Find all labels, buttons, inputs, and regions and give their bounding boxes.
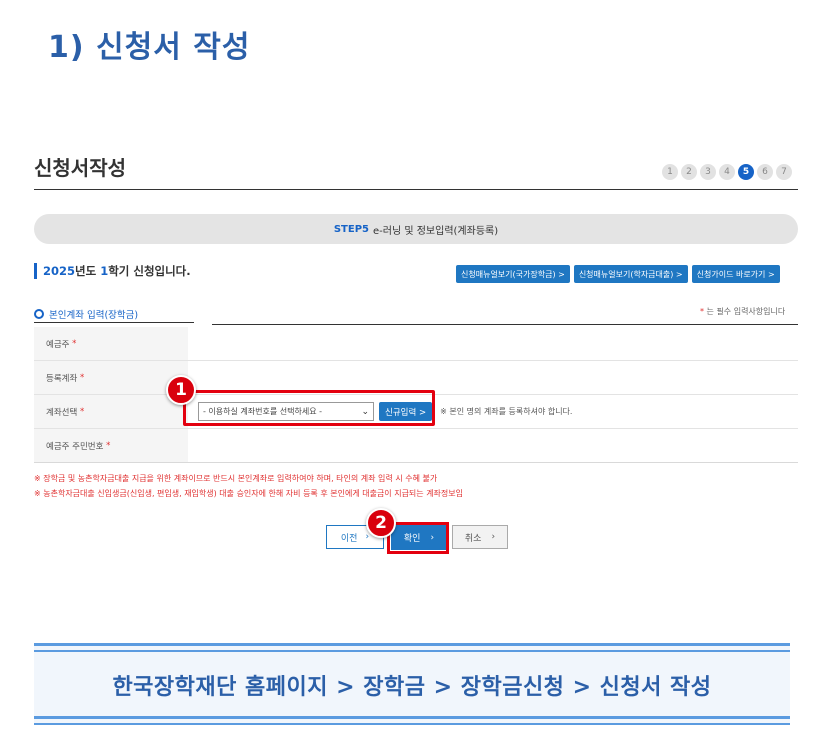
chevron-right-icon: › (491, 532, 496, 542)
depositor-value (188, 327, 798, 360)
semester-term: 1 (100, 264, 109, 278)
banner-top-border (34, 643, 790, 652)
step-4: 4 (719, 164, 735, 180)
step-7: 7 (776, 164, 792, 180)
registered-account-label: 등록계좌 * (34, 361, 188, 394)
form-title: 신청서작성 (34, 156, 126, 180)
step-6: 6 (757, 164, 773, 180)
step-3: 3 (700, 164, 716, 180)
required-mark: * (79, 406, 85, 417)
step-5-active: 5 (738, 164, 754, 180)
depositor-label-text: 예금주 (46, 339, 70, 350)
section-divider-left (34, 322, 194, 323)
form-row-depositor-id: 예금주 주민번호 * (34, 428, 798, 462)
section-divider-right (212, 324, 798, 325)
depositor-label: 예금주 * (34, 327, 188, 360)
step-1: 1 (662, 164, 678, 180)
application-guide-button[interactable]: 신청가이드 바로가기 > (691, 265, 780, 283)
cancel-button-label: 취소 (464, 533, 482, 544)
semester-term-suffix: 학기 신청입니다. (108, 264, 191, 278)
guide-buttons: 신청매뉴얼보기(국가장학금) > 신청매뉴얼보기(학자금대출) > 신청가이드 … (456, 265, 780, 283)
highlight-box-account-select (183, 390, 435, 426)
breadcrumb-banner: 한국장학재단 홈페이지 > 장학금 > 장학금신청 > 신청서 작성 (34, 643, 790, 725)
registered-account-label-text: 등록계좌 (46, 373, 78, 384)
section-title: 본인계좌 입력(장학금) (34, 307, 138, 321)
semester-year: 2025 (43, 264, 76, 278)
step-badge-2: 2 (366, 508, 396, 538)
chevron-right-icon: › (365, 532, 370, 542)
step-indicator: 1 2 3 4 5 6 7 (662, 164, 792, 180)
highlight-box-confirm (387, 522, 449, 554)
circle-bullet-icon (34, 309, 44, 319)
manual-loan-button[interactable]: 신청매뉴얼보기(학자금대출) > (573, 265, 688, 283)
cancel-button[interactable]: 취소 › (452, 525, 508, 549)
section-title-label: 본인계좌 입력(장학금) (49, 310, 139, 321)
step-badge-1: 1 (166, 375, 196, 405)
warnings: ※ 장학금 및 농촌학자금대출 지급을 위한 계좌이므로 반드시 본인계좌로 입… (34, 471, 463, 501)
prev-button-label: 이전 (340, 533, 358, 544)
manual-scholarship-button[interactable]: 신청매뉴얼보기(국가장학금) > (456, 265, 570, 283)
banner-bottom-border (34, 716, 790, 725)
warning-line-1: ※ 장학금 및 농촌학자금대출 지급을 위한 계좌이므로 반드시 본인계좌로 입… (34, 474, 438, 483)
depositor-id-value (188, 429, 798, 462)
depositor-id-label-text: 예금주 주민번호 (46, 441, 104, 452)
account-select-label-text: 계좌선택 (46, 407, 78, 418)
required-mark: * (106, 440, 111, 451)
required-mark: * (72, 338, 77, 349)
step-description: e-러닝 및 정보입력(계좌등록) (373, 225, 499, 237)
breadcrumb: 한국장학재단 홈페이지 > 장학금 > 장학금신청 > 신청서 작성 (112, 675, 712, 700)
semester-year-suffix: 년도 (75, 264, 101, 278)
required-note-text: 는 필수 입력사항입니다 (704, 307, 786, 316)
account-select-label: 계좌선택 * (34, 395, 188, 428)
form-row-registered-account: 등록계좌 * (34, 360, 798, 394)
required-note: * 는 필수 입력사항입니다 (700, 306, 785, 317)
page-heading: 1) 신청서 작성 (48, 30, 251, 65)
account-hint: ※ 본인 명의 계좌를 등록하셔야 합니다. (440, 407, 573, 416)
step-bar: STEP5 e-러닝 및 정보입력(계좌등록) (34, 214, 798, 244)
title-divider (34, 189, 798, 190)
form-row-depositor: 예금주 * (34, 327, 798, 360)
step-tag: STEP5 (333, 223, 370, 235)
required-mark: * (79, 372, 85, 383)
semester-notice: 2025년도 1학기 신청입니다. (34, 263, 191, 279)
step-2: 2 (681, 164, 697, 180)
depositor-id-label: 예금주 주민번호 * (34, 429, 188, 462)
warning-line-2: ※ 농촌학자금대출 신입생금(신입생, 편입생, 재입학생) 대출 승인자에 한… (34, 489, 463, 498)
